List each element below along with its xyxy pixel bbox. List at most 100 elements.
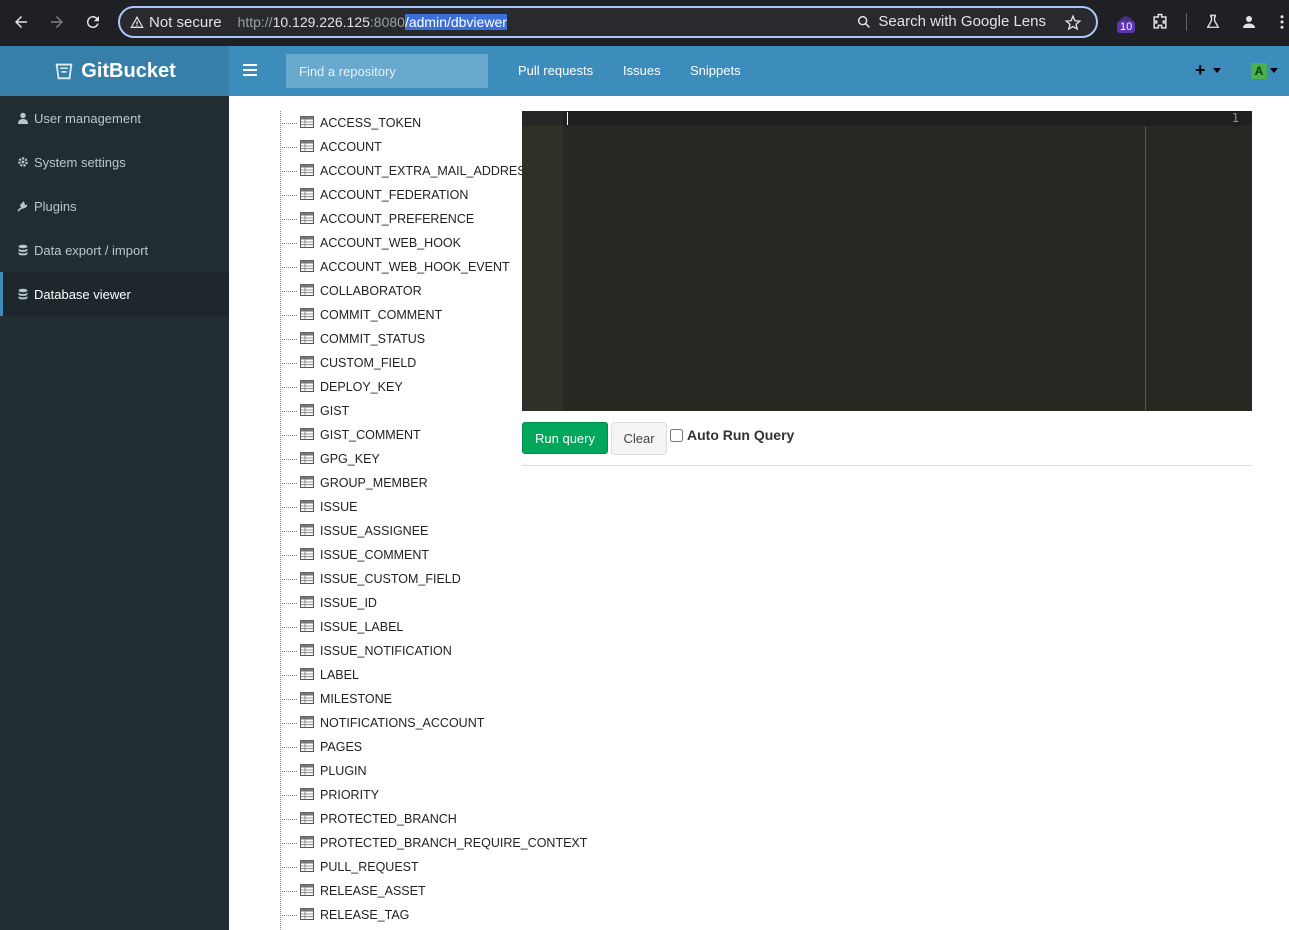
table-tree-item[interactable]: ISSUE_ASSIGNEE: [270, 519, 570, 543]
table-tree-item[interactable]: LABEL: [270, 663, 570, 687]
bookmark-star-icon[interactable]: [1064, 14, 1082, 32]
repository-search-input[interactable]: [286, 54, 488, 88]
issues-link[interactable]: Issues: [623, 63, 661, 78]
url-host: 10.129.226.125: [272, 14, 370, 30]
table-name: ISSUE_ASSIGNEE: [320, 524, 429, 538]
tree-connector: [280, 675, 297, 676]
tree-connector: [280, 219, 297, 220]
table-tree-item[interactable]: ISSUE_LABEL: [270, 615, 570, 639]
sql-editor[interactable]: 1: [522, 111, 1252, 411]
auto-run-query-checkbox[interactable]: [670, 428, 683, 442]
caret-down-icon: [1212, 68, 1221, 74]
table-name: GIST: [320, 404, 350, 418]
table-tree-item[interactable]: PLUGIN: [270, 759, 570, 783]
tree-connector: [280, 459, 297, 460]
caret-down-icon: [1270, 68, 1278, 73]
table-tree-item[interactable]: RELEASE_ASSET: [270, 879, 570, 903]
profile-icon[interactable]: [1240, 13, 1258, 31]
auto-run-query-toggle[interactable]: Auto Run Query: [670, 427, 794, 443]
line-number: 1: [1231, 111, 1239, 125]
sidebar-item-user-management[interactable]: User management: [0, 96, 229, 140]
table-icon: [300, 668, 314, 680]
table-tree-item[interactable]: MILESTONE: [270, 687, 570, 711]
back-button[interactable]: [9, 10, 33, 34]
table-name: ACCESS_TOKEN: [320, 116, 422, 130]
table-name: ISSUE: [320, 500, 358, 514]
brand-logo[interactable]: GitBucket: [0, 46, 229, 96]
menu-toggle-icon[interactable]: [243, 64, 257, 76]
table-icon: [300, 164, 314, 176]
table-icon: [300, 620, 314, 632]
table-tree-item[interactable]: PULL_REQUEST: [270, 855, 570, 879]
table-tree-item[interactable]: PRIORITY: [270, 783, 570, 807]
sidebar-item-label: Plugins: [34, 198, 77, 214]
user-menu-button[interactable]: A: [1251, 63, 1278, 79]
table-tree-item[interactable]: ISSUE_CUSTOM_FIELD: [270, 567, 570, 591]
table-name: PAGES: [320, 740, 363, 754]
clear-button[interactable]: Clear: [611, 422, 667, 455]
snippets-link[interactable]: Snippets: [690, 63, 741, 78]
not-secure-label[interactable]: Not secure: [149, 14, 222, 31]
tree-connector: [280, 891, 297, 892]
table-icon: [300, 572, 314, 584]
extension-badge: 10: [1117, 21, 1136, 33]
table-name: NOTIFICATIONS_ACCOUNT: [320, 716, 485, 730]
puzzle-icon[interactable]: [1150, 12, 1170, 32]
sidebar-item-plugins[interactable]: Plugins: [0, 184, 229, 228]
browser-toolbar: Not secure http://10.129.226.125:8080/ad…: [0, 0, 1289, 46]
table-tree-item[interactable]: RELEASE_TAG: [270, 903, 570, 927]
table-tree-item[interactable]: ISSUE: [270, 495, 570, 519]
sidebar-item-database-viewer[interactable]: Database viewer: [0, 272, 229, 316]
tree-connector: [280, 315, 297, 316]
table-name: ISSUE_COMMENT: [320, 548, 430, 562]
create-menu-button[interactable]: +: [1195, 60, 1221, 81]
table-tree-item[interactable]: NOTIFICATIONS_ACCOUNT: [270, 711, 570, 735]
table-name: PLUGIN: [320, 764, 367, 778]
table-tree-item[interactable]: ISSUE_COMMENT: [270, 543, 570, 567]
table-name: PULL_REQUEST: [320, 860, 419, 874]
table-tree-item[interactable]: ISSUE_ID: [270, 591, 570, 615]
table-tree-item[interactable]: ISSUE_NOTIFICATION: [270, 639, 570, 663]
table-tree-item[interactable]: GROUP_MEMBER: [270, 471, 570, 495]
address-bar[interactable]: Not secure http://10.129.226.125:8080/ad…: [118, 6, 1098, 38]
tree-connector: [280, 603, 297, 604]
table-tree-item[interactable]: PAGES: [270, 735, 570, 759]
table-icon: [300, 788, 314, 800]
forward-button[interactable]: [45, 10, 69, 34]
table-name: ISSUE_LABEL: [320, 620, 404, 634]
table-icon: [300, 836, 314, 848]
table-name: GPG_KEY: [320, 452, 380, 466]
tree-connector: [280, 435, 297, 436]
table-icon: [300, 812, 314, 824]
table-icon: [300, 404, 314, 416]
sidebar-item-system-settings[interactable]: System settings: [0, 140, 229, 184]
more-menu-icon[interactable]: [1276, 13, 1288, 31]
warning-icon: [130, 16, 144, 28]
reload-button[interactable]: [81, 10, 105, 34]
table-name: COMMIT_STATUS: [320, 332, 426, 346]
url-protocol: http://: [237, 14, 273, 30]
tree-connector: [280, 387, 297, 388]
table-name: PROTECTED_BRANCH_REQUIRE_CONTEXT: [320, 836, 588, 850]
table-icon: [300, 212, 314, 224]
editor-gutter: [522, 111, 563, 411]
table-tree-item[interactable]: PROTECTED_BRANCH_REQUIRE_CONTEXT: [270, 831, 587, 855]
admin-sidebar: User management System settings Plugins …: [0, 96, 229, 930]
tree-connector: [280, 723, 297, 724]
run-query-button[interactable]: Run query: [522, 422, 608, 454]
table-icon: [300, 740, 314, 752]
flask-icon[interactable]: [1204, 13, 1222, 31]
table-name: RELEASE_TAG: [320, 908, 410, 922]
sidebar-item-data-export-import[interactable]: Data export / import: [0, 228, 229, 272]
table-name: LABEL: [320, 668, 359, 682]
google-lens-button[interactable]: Search with Google Lens: [856, 13, 1046, 30]
tree-connector: [280, 627, 297, 628]
url-text[interactable]: http://10.129.226.125:8080/admin/dbviewe…: [238, 14, 507, 30]
gear-icon: [18, 157, 28, 167]
table-name: RELEASE_ASSET: [320, 884, 426, 898]
pull-requests-link[interactable]: Pull requests: [518, 63, 593, 78]
table-icon: [300, 548, 314, 560]
table-icon: [300, 140, 314, 152]
table-tree-item[interactable]: PROTECTED_BRANCH: [270, 807, 570, 831]
table-name: MILESTONE: [320, 692, 393, 706]
